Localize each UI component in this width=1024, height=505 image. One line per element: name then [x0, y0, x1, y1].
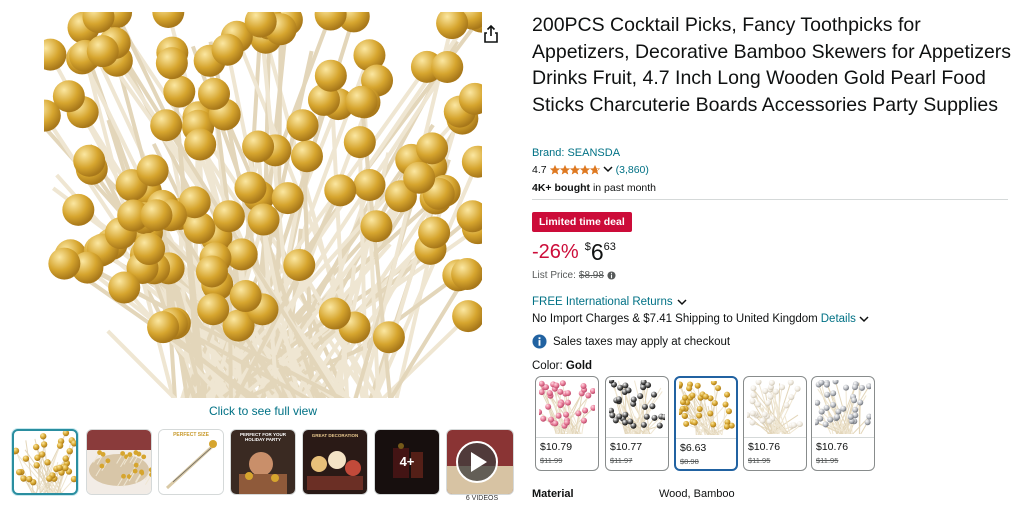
color-option-price: $10.79 [540, 441, 573, 453]
rating-value: 4.7 [532, 164, 547, 176]
click-to-see-full-view-link[interactable]: Click to see full view [44, 404, 482, 418]
list-price: List Price: $8.98 [532, 270, 616, 281]
shipping-info: No Import Charges & $7.41 Shipping to Un… [532, 313, 869, 325]
color-option-old-price: $11.95 [816, 456, 839, 465]
shipping-details-link[interactable]: Details [821, 313, 856, 325]
rating-row: 4.7 (3,860) [532, 164, 649, 176]
color-option-black-white[interactable]: $10.77 $11.97 [605, 376, 669, 471]
thumbnail-5-caption: GREAT DECORATION [311, 433, 359, 438]
color-option-price: $6.63 [680, 442, 707, 454]
color-option-price: $10.77 [610, 441, 643, 453]
sales-tax-text: Sales taxes may apply at checkout [553, 335, 731, 348]
material-label: Material [532, 488, 574, 500]
info-icon [532, 334, 547, 349]
more-images-count: 4+ [399, 454, 415, 469]
discount-percent: -26% [532, 241, 579, 263]
chevron-down-icon [677, 299, 687, 306]
list-price-value: $8.98 [578, 270, 604, 281]
price-row: -26% $ 6 63 [532, 240, 616, 264]
price-whole: 6 [590, 239, 604, 265]
color-option-old-price: $11.99 [540, 456, 563, 465]
bought-in-past-month: 4K+ bought in past month [532, 182, 656, 194]
thumbnail-1[interactable] [12, 429, 78, 495]
star-icon [579, 165, 590, 175]
info-icon[interactable] [607, 271, 616, 280]
thumbnail-video[interactable] [446, 429, 514, 495]
thumbnail-6[interactable]: 4+ [374, 429, 440, 495]
star-rating-icons[interactable] [549, 165, 600, 175]
media-panel: Click to see full view PERFECT SIZE PERF… [0, 0, 520, 505]
thumbnail-3[interactable]: PERFECT SIZE [158, 429, 224, 495]
color-label: Color: Gold [532, 360, 592, 372]
color-option-price: $10.76 [816, 441, 849, 453]
star-icon [569, 165, 580, 175]
bought-period: in past month [590, 182, 656, 194]
color-label-text: Color: [532, 360, 566, 372]
main-product-image[interactable] [44, 12, 482, 398]
color-option-white-pearl[interactable]: $10.76 $11.95 [743, 376, 807, 471]
brand-link[interactable]: Brand: SEANSDA [532, 147, 620, 159]
gold-pearl-picks-image [44, 12, 482, 398]
bought-count: 4K+ bought [532, 182, 591, 194]
videos-count-label: 6 VIDEOS [465, 495, 499, 502]
thumbnail-4[interactable]: PERFECT FOR YOUR HOLIDAY PARTY [230, 429, 296, 495]
list-price-label: List Price: [532, 270, 576, 281]
selected-color: Gold [565, 360, 593, 372]
ratings-count-link[interactable]: (3,860) [616, 164, 649, 176]
product-title: 200PCS Cocktail Picks, Fancy Toothpicks … [532, 14, 1012, 117]
sales-tax-notice: Sales taxes may apply at checkout [532, 334, 730, 349]
thumbnail-5[interactable]: GREAT DECORATION [302, 429, 368, 495]
color-option-gold[interactable]: $6.63 $8.98 [674, 376, 738, 471]
star-icon [589, 165, 600, 175]
chevron-down-icon[interactable] [859, 315, 869, 323]
returns-label: FREE International Returns [532, 296, 673, 308]
limited-time-deal-badge: Limited time deal [532, 212, 632, 232]
thumbnail-4-caption: PERFECT FOR YOUR HOLIDAY PARTY [240, 432, 286, 442]
divider [532, 199, 1008, 200]
color-option-price: $10.76 [748, 441, 781, 453]
material-value: Wood, Bamboo [659, 488, 735, 500]
thumbnail-2[interactable] [86, 429, 152, 495]
color-option-old-price: $11.95 [748, 456, 771, 465]
color-option-pink[interactable]: $10.79 $11.99 [535, 376, 599, 471]
star-icon [549, 165, 560, 175]
thumbnail-3-caption: PERFECT SIZE [173, 432, 209, 438]
free-international-returns-link[interactable]: FREE International Returns [532, 296, 687, 308]
share-icon[interactable] [482, 24, 500, 44]
import-charges-text: No Import Charges & $7.41 Shipping to Un… [532, 313, 818, 325]
chevron-down-icon[interactable] [603, 164, 613, 176]
price-fraction: 63 [603, 241, 616, 253]
color-option-old-price: $8.98 [680, 457, 699, 466]
color-option-silver[interactable]: $10.76 $11.95 [811, 376, 875, 471]
star-icon [559, 165, 570, 175]
color-option-old-price: $11.97 [610, 456, 633, 465]
